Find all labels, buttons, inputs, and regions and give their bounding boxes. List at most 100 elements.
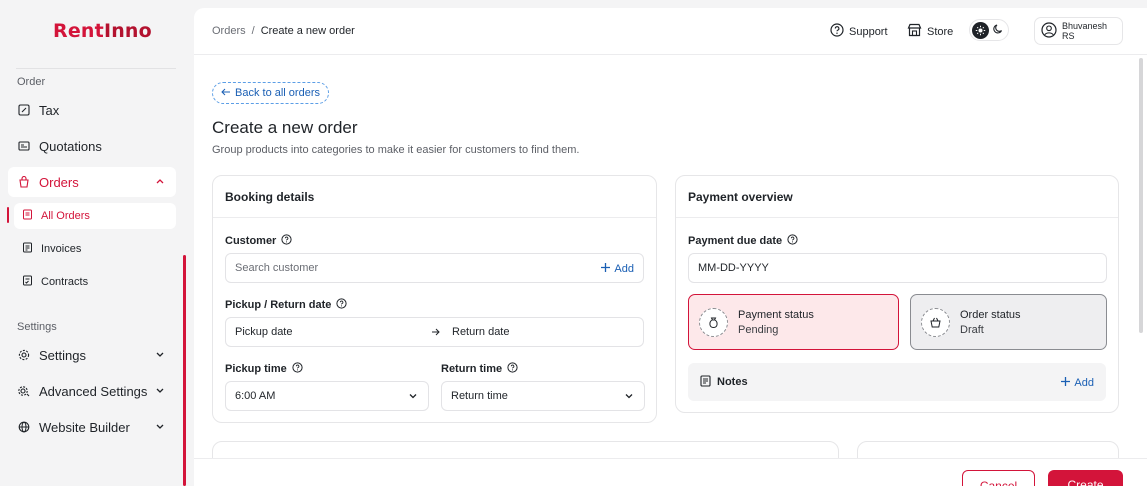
booking-details-title: Booking details: [213, 176, 656, 218]
sidebar-item-advanced-settings[interactable]: Advanced Settings: [8, 376, 176, 406]
breadcrumb-orders[interactable]: Orders: [212, 25, 246, 37]
sidebar-item-quotations[interactable]: Quotations: [8, 131, 176, 161]
payment-due-date-label: Payment due date: [688, 234, 798, 248]
tax-icon: [18, 104, 30, 116]
back-to-orders-button[interactable]: Back to all orders: [212, 82, 329, 104]
create-button[interactable]: Create: [1048, 470, 1123, 486]
sidebar-item-orders[interactable]: Orders: [8, 167, 176, 197]
sidebar-item-website-builder[interactable]: Website Builder: [8, 412, 176, 442]
breadcrumb-current: Create a new order: [260, 25, 355, 37]
payment-status-card[interactable]: Payment status Pending: [688, 294, 899, 350]
payment-status-value: Pending: [738, 323, 779, 336]
brand-logo[interactable]: RentInno: [53, 20, 152, 42]
payment-overview-card: Payment overview Payment due date MM-DD-…: [675, 175, 1119, 413]
order-status-value: Draft: [960, 323, 984, 336]
return-date-field[interactable]: Return date: [452, 326, 509, 338]
user-name: Bhuvanesh RS: [1062, 21, 1108, 41]
chevron-down-icon: [624, 391, 634, 404]
help-circle-icon: [830, 23, 844, 40]
sidebar-subitem-label: All Orders: [41, 210, 90, 222]
chevron-down-icon[interactable]: [154, 348, 166, 360]
sidebar-item-label: Settings: [39, 347, 86, 363]
section-label-settings: Settings: [17, 321, 57, 333]
payment-status-label: Payment status: [738, 308, 814, 321]
pickup-date-field[interactable]: Pickup date: [235, 326, 292, 338]
payment-overview-title: Payment overview: [676, 176, 1118, 218]
section-label-order: Order: [17, 76, 46, 88]
sun-icon[interactable]: [972, 21, 989, 39]
user-avatar-icon: [1041, 22, 1057, 40]
invoices-icon: [22, 242, 33, 256]
info-icon[interactable]: [787, 234, 798, 248]
order-status-label: Order status: [960, 308, 1021, 321]
support-label: Support: [849, 25, 888, 38]
plus-icon: [600, 262, 611, 276]
user-menu-button[interactable]: Bhuvanesh RS: [1034, 17, 1123, 45]
store-icon: [907, 23, 922, 40]
arrow-left-icon: [221, 87, 231, 99]
page-subtitle: Group products into categories to make i…: [212, 144, 580, 156]
support-link[interactable]: Support: [830, 23, 888, 40]
order-status-card[interactable]: Order status Draft: [910, 294, 1107, 350]
sidebar-item-label: Orders: [39, 174, 79, 190]
payment-due-date-input[interactable]: MM-DD-YYYY: [688, 253, 1107, 283]
all-orders-icon: [22, 209, 33, 223]
moon-icon[interactable]: [992, 23, 1004, 38]
plus-icon: [1060, 376, 1071, 390]
sidebar-subitem-invoices[interactable]: Invoices: [14, 236, 176, 262]
chevron-up-icon[interactable]: [154, 175, 166, 187]
sidebar-subitem-all-orders[interactable]: All Orders: [14, 203, 176, 229]
active-marker: [7, 207, 9, 223]
sidebar-divider: [16, 68, 176, 69]
info-icon[interactable]: [292, 362, 303, 376]
breadcrumb: Orders / Create a new order: [212, 25, 355, 37]
sidebar-subitem-label: Invoices: [41, 243, 82, 255]
return-time-label: Return time: [441, 362, 518, 376]
notes-label: Notes: [717, 376, 748, 388]
top-bar: Orders / Create a new order Support Stor…: [194, 8, 1147, 55]
pickup-return-label: Pickup / Return date: [225, 298, 347, 312]
customer-label: Customer: [225, 234, 292, 248]
add-note-button[interactable]: Add: [1060, 376, 1094, 390]
info-icon[interactable]: [507, 362, 518, 376]
globe-icon: [18, 421, 30, 433]
add-customer-button[interactable]: Add: [600, 262, 634, 276]
return-time-select[interactable]: Return time: [441, 381, 645, 411]
store-label: Store: [927, 25, 954, 38]
customer-search-input[interactable]: Search customer Add: [225, 253, 644, 283]
quotations-icon: [18, 140, 30, 152]
notes-icon: [700, 374, 711, 390]
chevron-down-icon[interactable]: [154, 384, 166, 396]
sidebar-scrollbar[interactable]: [183, 255, 186, 486]
money-bag-icon: [699, 307, 728, 337]
info-icon[interactable]: [281, 234, 292, 248]
sidebar: RentInno Order Tax Quotations Orders All…: [0, 0, 194, 486]
sidebar-item-label: Tax: [39, 102, 60, 118]
store-link[interactable]: Store: [907, 23, 953, 40]
date-range-picker[interactable]: Pickup date Return date: [225, 317, 644, 347]
booking-details-card: Booking details Customer Search customer…: [212, 175, 657, 423]
main-scrollbar[interactable]: [1139, 58, 1143, 333]
theme-toggle[interactable]: [969, 19, 1009, 41]
basket-icon: [921, 307, 950, 337]
breadcrumb-separator: /: [251, 25, 255, 37]
gear-icon: [18, 349, 30, 361]
sidebar-item-tax[interactable]: Tax: [8, 95, 176, 125]
info-icon[interactable]: [336, 298, 347, 312]
advanced-settings-icon: [18, 385, 30, 397]
pickup-time-select[interactable]: 6:00 AM: [225, 381, 429, 411]
back-label: Back to all orders: [235, 87, 320, 99]
orders-icon: [18, 176, 30, 188]
sidebar-item-settings[interactable]: Settings: [8, 340, 176, 370]
chevron-down-icon[interactable]: [154, 420, 166, 432]
pickup-time-label: Pickup time: [225, 362, 303, 376]
sidebar-subitem-contracts[interactable]: Contracts: [14, 269, 176, 295]
sidebar-item-label: Website Builder: [39, 419, 130, 435]
sidebar-item-label: Advanced Settings: [39, 383, 148, 399]
sidebar-subitem-label: Contracts: [41, 276, 89, 288]
sidebar-item-label: Quotations: [39, 138, 102, 154]
page-title: Create a new order: [212, 118, 358, 137]
arrow-right-icon: [431, 327, 440, 339]
cancel-button[interactable]: Cancel: [962, 470, 1035, 486]
main-panel: Orders / Create a new order Support Stor…: [194, 8, 1147, 486]
